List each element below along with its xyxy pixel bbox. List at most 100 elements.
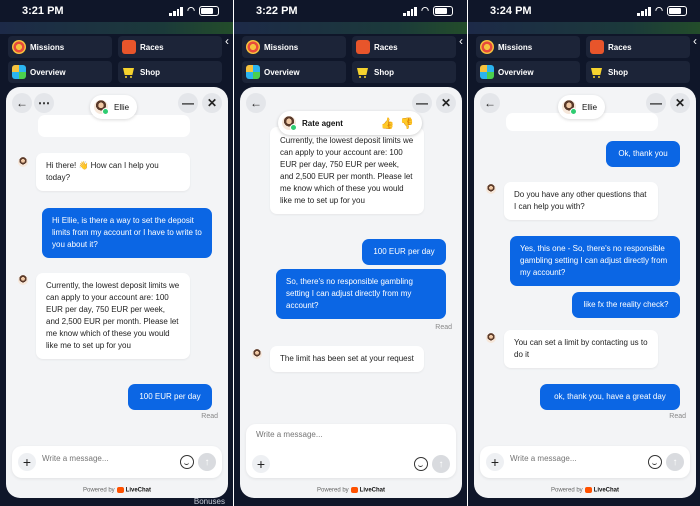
- send-icon[interactable]: ↑: [432, 455, 450, 473]
- signal-icon: [169, 6, 184, 16]
- cart-icon: [590, 65, 604, 79]
- nav-missions[interactable]: Missions: [8, 36, 112, 58]
- emoji-icon[interactable]: [648, 455, 662, 469]
- message-user: Ok, thank you: [606, 141, 680, 167]
- message-user: Hi Ellie, is there a way to set the depo…: [42, 208, 212, 258]
- battery-icon: [199, 5, 219, 16]
- nav-overview[interactable]: Overview: [8, 61, 112, 83]
- cart-icon: [356, 65, 370, 79]
- agent-pill[interactable]: Ellie: [90, 95, 138, 119]
- send-icon[interactable]: ↑: [666, 453, 684, 471]
- nav-shop[interactable]: Shop: [352, 61, 456, 83]
- emoji-icon[interactable]: [180, 455, 194, 469]
- nav-shop[interactable]: Shop: [586, 61, 690, 83]
- battery-icon: [433, 5, 453, 16]
- phone-screen-2: 3:22 PM ◠ ‹ Missions Races Overview Shop…: [234, 0, 467, 506]
- status-time: 3:22 PM: [256, 5, 298, 17]
- status-bar: 3:22 PM ◠: [234, 0, 467, 22]
- cart-icon: [122, 65, 136, 79]
- chevron-left-icon[interactable]: ‹: [459, 34, 463, 48]
- read-receipt: Read: [669, 413, 686, 420]
- thumbs-down-icon[interactable]: 👎: [400, 117, 414, 130]
- agent-avatar-small: [486, 184, 496, 194]
- powered-by: Powered by LiveChat: [82, 487, 152, 494]
- livechat-logo-icon: [584, 487, 592, 494]
- message-input[interactable]: [42, 454, 152, 463]
- chevron-left-icon[interactable]: ‹: [693, 34, 697, 48]
- status-bar: 3:21 PM ◠: [0, 0, 233, 22]
- chat-widget: ← — ✕ Rate agent 👍 👎 Currently, the lowe…: [240, 87, 462, 498]
- chevron-left-icon[interactable]: ‹: [225, 34, 229, 48]
- phone-screen-3: 3:24 PM ◠ ‹ Missions Races Overview Shop…: [468, 0, 700, 506]
- target-icon: [246, 40, 260, 54]
- bonuses-label[interactable]: Bonuses: [194, 497, 225, 506]
- agent-avatar: [94, 100, 109, 115]
- agent-avatar: [562, 100, 577, 115]
- wifi-icon: ◠: [187, 5, 195, 15]
- emoji-icon[interactable]: [414, 457, 428, 471]
- message-agent: Currently, the lowest deposit limits we …: [270, 127, 424, 214]
- nav-races[interactable]: Races: [352, 36, 456, 58]
- races-icon: [356, 40, 370, 54]
- message-user: 100 EUR per day: [128, 384, 212, 410]
- powered-by: Powered by LiveChat: [316, 487, 386, 494]
- agent-avatar: [282, 116, 297, 131]
- grid-icon: [480, 65, 494, 79]
- message-input[interactable]: [256, 430, 366, 439]
- battery-icon: [667, 5, 687, 16]
- send-icon[interactable]: ↑: [198, 453, 216, 471]
- agent-avatar-small: [486, 333, 496, 343]
- nav-missions[interactable]: Missions: [242, 36, 346, 58]
- target-icon: [480, 40, 494, 54]
- message-agent: The limit has been set at your request: [270, 346, 424, 372]
- plus-icon[interactable]: +: [252, 455, 270, 473]
- message-input[interactable]: [510, 454, 620, 463]
- nav-races[interactable]: Races: [586, 36, 690, 58]
- agent-avatar-small: [252, 349, 262, 359]
- banner-strip: [234, 22, 467, 34]
- races-icon: [590, 40, 604, 54]
- nav-missions[interactable]: Missions: [476, 36, 580, 58]
- wifi-icon: ◠: [421, 5, 429, 15]
- nav-races[interactable]: Races: [118, 36, 222, 58]
- read-receipt: Read: [201, 413, 218, 420]
- status-time: 3:21 PM: [22, 5, 64, 17]
- plus-icon[interactable]: +: [486, 453, 504, 471]
- livechat-logo-icon: [350, 487, 358, 494]
- banner-strip: [0, 22, 233, 34]
- status-time: 3:24 PM: [490, 5, 532, 17]
- nav-shop[interactable]: Shop: [118, 61, 222, 83]
- chat-widget: ← — ✕ Ellie Ok, thank you Do you have an…: [474, 87, 696, 498]
- agent-pill[interactable]: Ellie: [558, 95, 606, 119]
- message-list: Ok, thank you Do you have any other ques…: [474, 87, 696, 498]
- target-icon: [12, 40, 26, 54]
- agent-avatar-small: [18, 157, 28, 167]
- message-composer: + ↑: [12, 446, 222, 478]
- message-agent: Currently, the lowest deposit limits we …: [36, 273, 190, 359]
- message-user: 100 EUR per day: [362, 239, 446, 265]
- banner-strip: [468, 22, 700, 34]
- message-list: Hi there! 👋 How can I help you today? Hi…: [6, 87, 228, 498]
- races-icon: [122, 40, 136, 54]
- phone-screen-1: 3:21 PM ◠ ‹ Missions Races Overview Shop…: [0, 0, 233, 506]
- message-agent: Do you have any other questions that I c…: [504, 182, 658, 220]
- rate-agent-pill: Rate agent 👍 👎: [278, 111, 422, 135]
- chat-widget: ← ⋯ — ✕ Ellie Hi there! 👋 How can I help…: [6, 87, 228, 498]
- message-agent: You can set a limit by contacting us to …: [504, 330, 658, 368]
- nav-overview[interactable]: Overview: [242, 61, 346, 83]
- message-composer: + ↑: [480, 446, 690, 478]
- message-user: ok, thank you, have a great day: [540, 384, 680, 410]
- message-agent: Hi there! 👋 How can I help you today?: [36, 153, 190, 191]
- signal-icon: [403, 6, 418, 16]
- message-user: like fx the reality check?: [572, 292, 680, 318]
- grid-icon: [12, 65, 26, 79]
- signal-icon: [637, 6, 652, 16]
- thumbs-up-icon[interactable]: 👍: [381, 117, 395, 130]
- nav-overview[interactable]: Overview: [476, 61, 580, 83]
- message-user: Yes, this one - So, there's no responsib…: [510, 236, 680, 286]
- status-bar: 3:24 PM ◠: [468, 0, 700, 22]
- plus-icon[interactable]: +: [18, 453, 36, 471]
- read-receipt: Read: [435, 324, 452, 331]
- message-user: So, there's no responsible gambling sett…: [276, 269, 446, 319]
- livechat-logo-icon: [116, 487, 124, 494]
